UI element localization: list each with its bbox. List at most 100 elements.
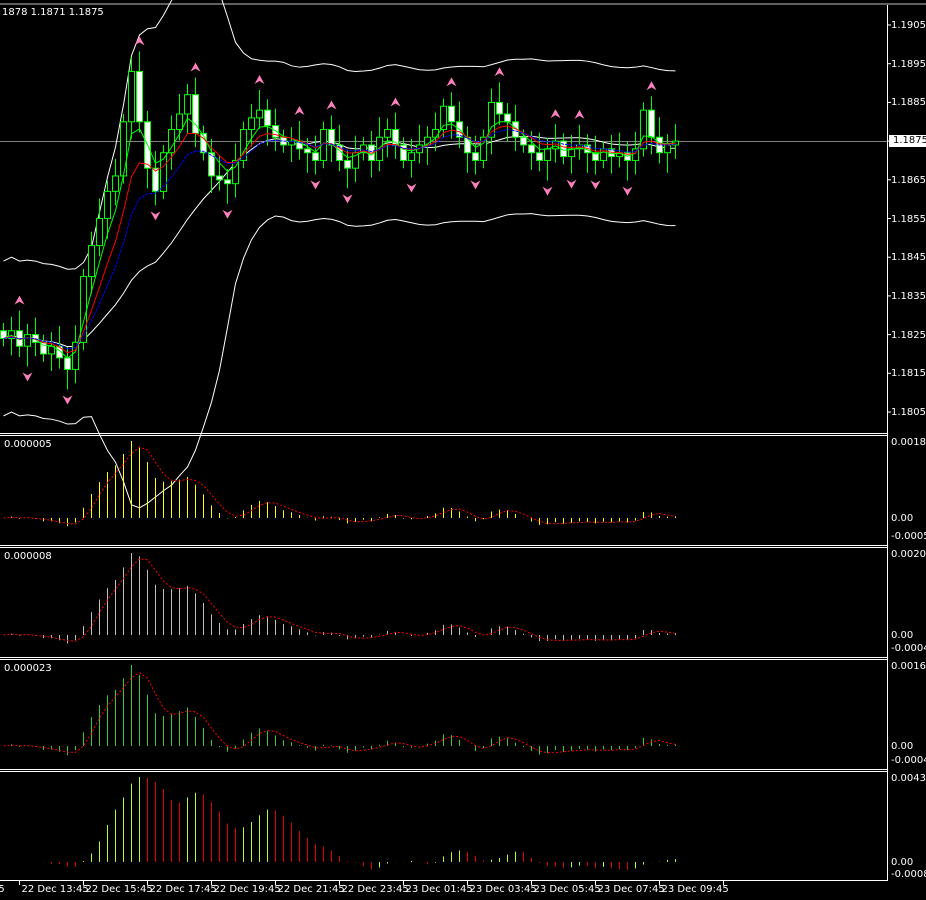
panel-3-axis-top: 0.00168 (891, 661, 926, 672)
price-axis-label: 1.1885 (891, 97, 926, 109)
candle-body (256, 109, 263, 119)
candle-body (224, 179, 231, 185)
fractal-down-arrow-icon (62, 395, 73, 405)
candle-body (496, 101, 503, 115)
fractal-up-arrow-icon (190, 62, 201, 72)
fractal-up-arrow-icon (134, 36, 145, 46)
panel-1-axis-zero: 0.00 (891, 513, 914, 524)
time-axis-label: 22 Dec 15:45 (85, 884, 153, 895)
candle-body (408, 152, 415, 161)
fractal-up-arrow-icon (390, 97, 401, 107)
time-axis-label: 23 Dec 05:45 (533, 884, 601, 895)
fractal-up-arrow-icon (550, 109, 561, 119)
price-axis-label: 1.1905 (891, 20, 926, 31)
panel-1-axis-bottom: -0.00057 (891, 531, 926, 542)
time-axis-label: 22 Dec 19:45 (213, 884, 281, 895)
fractal-down-arrow-icon (22, 372, 33, 382)
candle-body (168, 128, 175, 154)
time-axis-label: 45 (0, 884, 5, 895)
candle-body (328, 128, 335, 146)
fractal-up-arrow-icon (254, 75, 265, 85)
price-axis-label: 1.1865 (891, 174, 926, 186)
panel-2-axis-bottom: -0.00047 (891, 643, 926, 654)
candle-body (304, 148, 311, 154)
candle-body (88, 245, 95, 278)
candle-body (528, 144, 535, 154)
fractal-up-arrow-icon (294, 105, 305, 115)
fractal-down-arrow-icon (566, 179, 577, 189)
candle-body (248, 117, 255, 130)
signal-line (3, 558, 676, 642)
candle-body (384, 128, 391, 138)
candle-body (648, 109, 655, 138)
candle-body (520, 136, 527, 146)
fractal-down-arrow-icon (406, 183, 417, 193)
time-axis-label: 22 Dec 13:45 (21, 884, 89, 895)
candle-body (432, 128, 439, 138)
panel-2-axis-top: 0.00200 (891, 549, 926, 560)
panel-4-axis-zero: 0.00 (891, 857, 914, 868)
time-axis-label: 22 Dec 21:45 (277, 884, 345, 895)
candle-body (24, 334, 31, 347)
time-axis-label: 22 Dec 23:45 (341, 884, 409, 895)
candle-body (216, 175, 223, 181)
panel-4-axis-bottom: -0.0008 (891, 869, 926, 880)
fractal-down-arrow-icon (222, 209, 233, 219)
price-axis-label: 1.1825 (891, 329, 926, 341)
candle-body (104, 190, 111, 220)
time-axis-label: 23 Dec 01:45 (405, 884, 473, 895)
ohlc-readout: 1878 1.1871 1.1875 (2, 7, 104, 18)
signal-line (3, 446, 676, 525)
fractal-down-arrow-icon (150, 211, 161, 221)
bollinger-lower (3, 213, 676, 509)
time-axis-label: 23 Dec 03:45 (469, 884, 537, 895)
candle-body (152, 167, 159, 192)
signal-line (3, 672, 676, 754)
candle-body (472, 152, 479, 161)
current-price-label: 1.1875 (889, 135, 926, 147)
time-axis-label: 23 Dec 07:45 (597, 884, 665, 895)
candle-body (112, 175, 119, 192)
panel-4-axis-top: 0.0043 (891, 773, 926, 784)
candle-body (96, 218, 103, 247)
fractal-up-arrow-icon (326, 100, 337, 110)
time-axis-label: 23 Dec 09:45 (661, 884, 729, 895)
candle-body (504, 113, 511, 123)
candle-body (120, 121, 127, 177)
fractal-up-arrow-icon (446, 77, 457, 87)
panel-3-value: 0.000023 (4, 663, 52, 674)
fractal-up-arrow-icon (14, 295, 25, 305)
fractal-up-arrow-icon (494, 67, 505, 77)
panel-3-axis-bottom: -0.00042 (891, 755, 926, 766)
panel-3-axis-zero: 0.00 (891, 741, 914, 752)
chart-canvas[interactable] (0, 0, 926, 900)
fractal-down-arrow-icon (622, 186, 633, 196)
candle-body (448, 105, 455, 123)
fractal-down-arrow-icon (342, 194, 353, 204)
candle-body (344, 159, 351, 169)
fractal-down-arrow-icon (590, 180, 601, 190)
time-axis-label: 22 Dec 17:45 (149, 884, 217, 895)
price-axis-label: 1.1895 (891, 58, 926, 70)
fractal-up-arrow-icon (574, 109, 585, 119)
candle-body (128, 70, 135, 123)
panel-1-value: 0.000005 (4, 439, 52, 450)
candle-body (176, 113, 183, 130)
panel-2-value: 0.000008 (4, 551, 52, 562)
candle-body (184, 94, 191, 115)
price-axis-label: 1.1845 (891, 252, 926, 264)
candle-body (536, 152, 543, 161)
candle-body (64, 357, 71, 370)
fractal-up-arrow-icon (646, 81, 657, 91)
price-axis-label: 1.1855 (891, 213, 926, 225)
candle-body (264, 109, 271, 127)
candle-body (136, 70, 143, 123)
panel-1-axis-top: 0.00188 (891, 437, 926, 448)
fractal-down-arrow-icon (470, 180, 481, 190)
price-axis-label: 1.1815 (891, 368, 926, 380)
price-axis-label: 1.1835 (891, 290, 926, 302)
candle-body (664, 144, 671, 154)
fractal-down-arrow-icon (542, 186, 553, 196)
candle-body (312, 152, 319, 161)
fractal-down-arrow-icon (310, 180, 321, 190)
